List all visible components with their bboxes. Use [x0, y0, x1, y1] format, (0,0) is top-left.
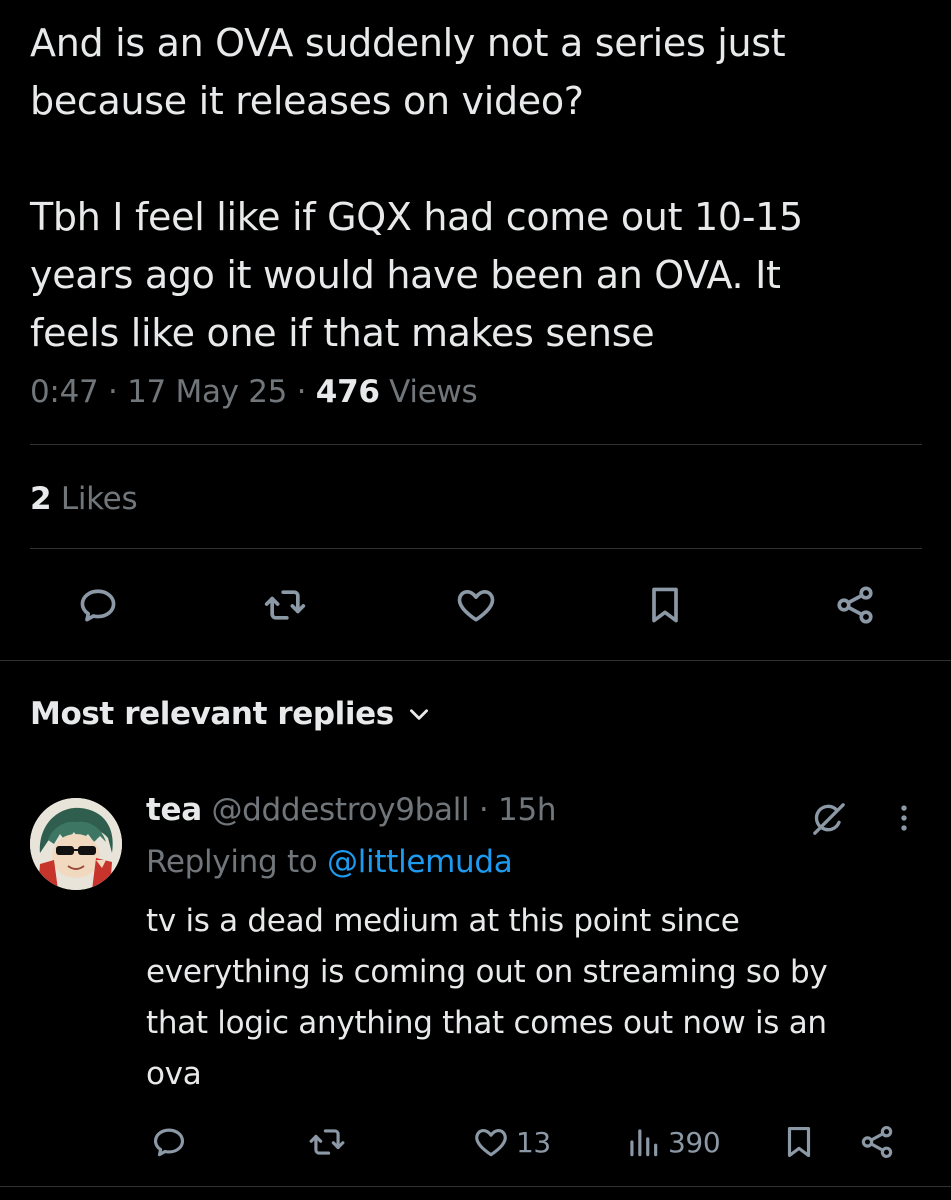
bookmark-button[interactable]	[640, 580, 690, 630]
meta-separator: ·	[107, 374, 118, 410]
reply-display-name[interactable]: tea	[146, 792, 202, 828]
more-vertical-icon	[901, 805, 907, 831]
meta-separator: ·	[296, 374, 307, 410]
reply-separator: ·	[478, 792, 489, 828]
reply-icon	[153, 1128, 185, 1157]
more-options-button[interactable]	[884, 798, 924, 838]
bookmark-icon	[787, 1126, 811, 1158]
reply-age[interactable]: 15h	[498, 792, 557, 828]
divider	[30, 444, 922, 445]
reply-views-button[interactable]: 390	[624, 1120, 721, 1164]
heart-icon	[457, 589, 495, 622]
share-button[interactable]	[830, 580, 880, 630]
likes-label: Likes	[60, 481, 138, 517]
share-icon	[861, 1126, 893, 1158]
replying-prefix: Replying to	[146, 844, 318, 880]
avatar-image	[30, 798, 122, 890]
retweet-icon	[309, 1129, 345, 1155]
reply-action-bar: 13 390	[146, 1114, 926, 1170]
analytics-icon	[630, 1129, 658, 1157]
reply-line: ova	[146, 1056, 202, 1092]
tweet-action-bar	[30, 570, 910, 640]
reply-header: tea @dddestroy9ball · 15h	[146, 792, 557, 828]
reply-bookmark-button[interactable]	[780, 1120, 818, 1164]
tweet-date[interactable]: 17 May 25	[127, 374, 287, 410]
reply-like-count: 13	[516, 1125, 551, 1159]
tweet-line: years ago it would have been an OVA. It	[30, 253, 781, 297]
tweet-line: And is an OVA suddenly not a series just	[30, 21, 786, 65]
divider	[0, 660, 951, 661]
avatar[interactable]	[30, 798, 122, 890]
reply-line: everything is coming out on streaming so…	[146, 954, 828, 990]
retweet-button[interactable]	[260, 580, 310, 630]
replying-mention-link[interactable]: @littlemuda	[327, 844, 513, 880]
tweet-line: feels like one if that makes sense	[30, 311, 655, 355]
likes-count: 2	[30, 481, 52, 517]
divider	[30, 548, 922, 549]
bookmark-icon	[652, 587, 678, 623]
heart-icon	[475, 1129, 507, 1157]
views-count: 476	[315, 374, 380, 410]
replies-sort-label: Most relevant replies	[30, 696, 394, 732]
tweet-text: And is an OVA suddenly not a series just…	[30, 14, 930, 362]
replying-to: Replying to @littlemuda	[146, 844, 513, 880]
replies-sort-selector[interactable]: Most relevant replies	[30, 696, 432, 732]
divider	[0, 1186, 951, 1187]
reply-button[interactable]	[73, 580, 123, 630]
tweet-time[interactable]: 0:47	[30, 374, 99, 410]
reply-share-button[interactable]	[858, 1120, 896, 1164]
reply-handle[interactable]: @dddestroy9ball	[211, 792, 469, 828]
like-button[interactable]	[451, 580, 501, 630]
reply-like-button[interactable]: 13	[472, 1120, 551, 1164]
retweet-icon	[264, 590, 306, 620]
reply-view-count: 390	[668, 1125, 721, 1159]
views-label: Views	[389, 374, 478, 410]
tweet-meta: 0:47 · 17 May 25 · 476 Views	[30, 374, 478, 410]
tweet-line: because it releases on video?	[30, 79, 584, 123]
chevron-down-icon	[409, 709, 428, 720]
reply-text: tv is a dead medium at this point since …	[146, 896, 926, 1100]
reply-reply-button[interactable]	[150, 1120, 188, 1164]
likes-summary[interactable]: 2 Likes	[30, 481, 138, 517]
grok-icon	[813, 803, 845, 835]
reply-retweet-button[interactable]	[308, 1120, 346, 1164]
share-icon	[837, 586, 873, 624]
grok-button[interactable]	[806, 796, 852, 842]
reply-icon	[80, 589, 116, 622]
reply-line: tv is a dead medium at this point since	[146, 903, 740, 939]
reply-line: that logic anything that comes out now i…	[146, 1005, 827, 1041]
tweet-line: Tbh I feel like if GQX had come out 10-1…	[30, 195, 803, 239]
